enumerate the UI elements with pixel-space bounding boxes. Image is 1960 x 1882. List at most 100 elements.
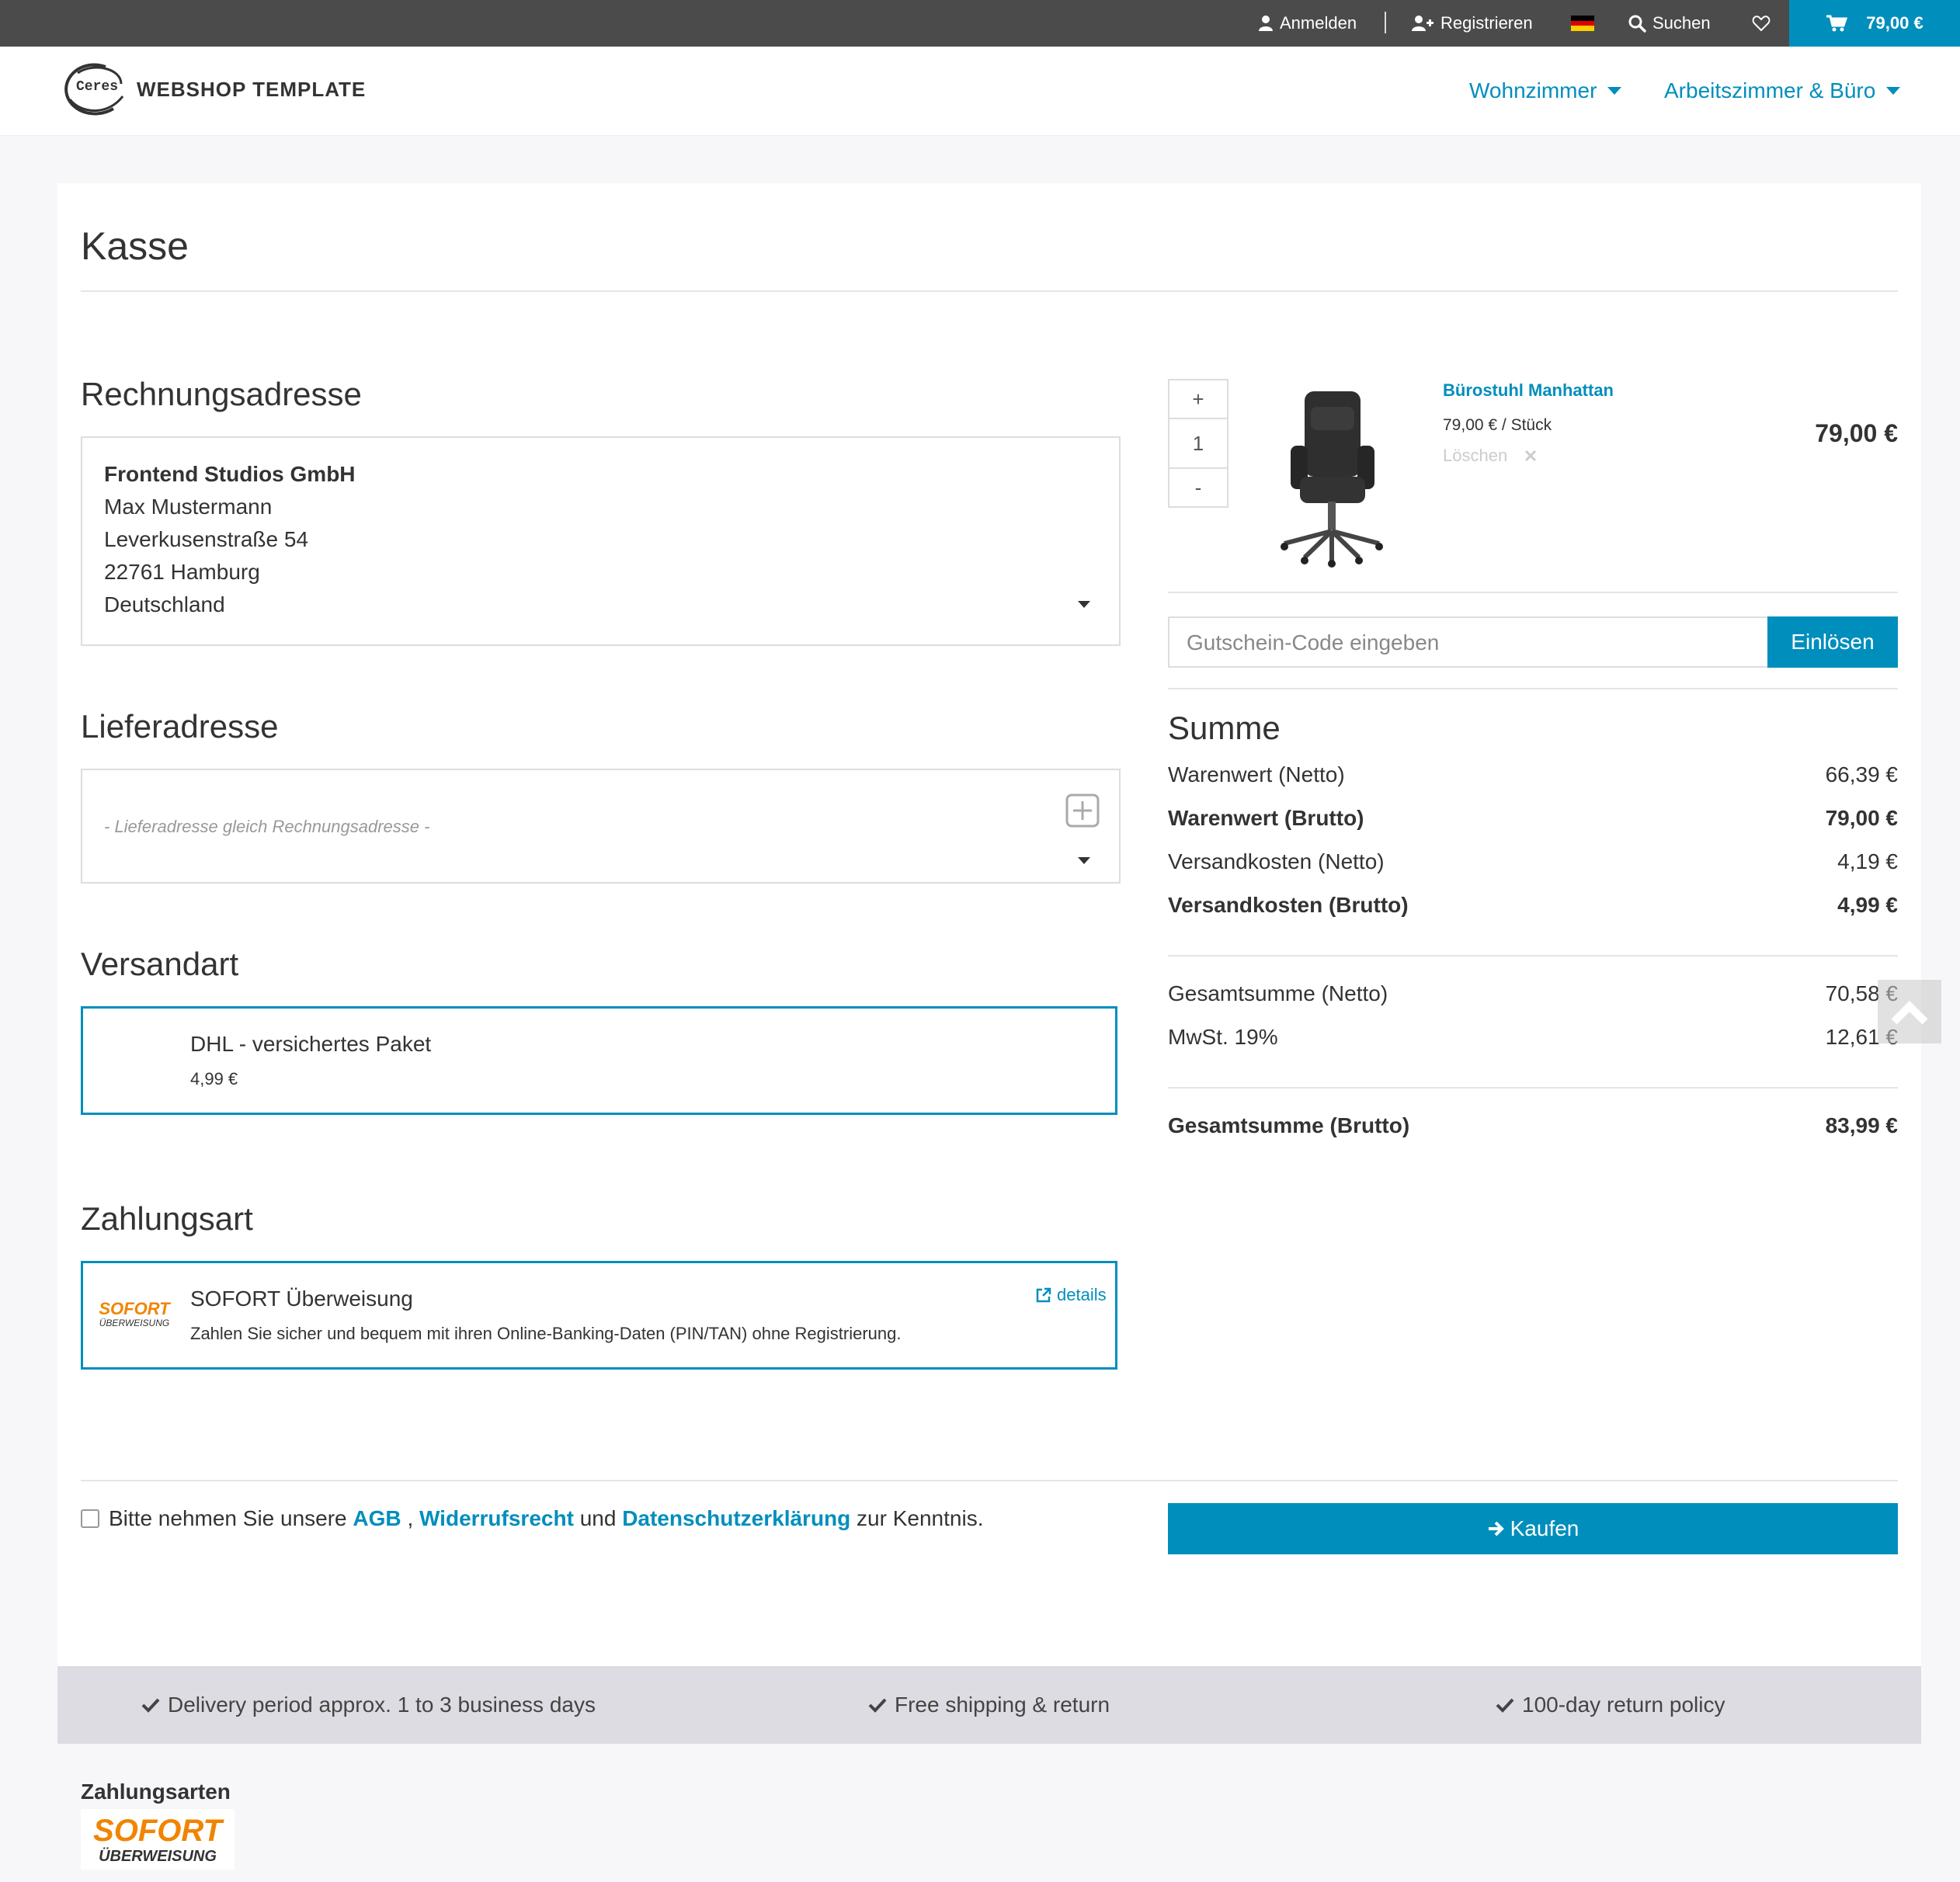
terms-text: Bitte nehmen Sie unsere AGB , Widerrufsr…	[109, 1506, 983, 1531]
payment-methods-heading: Zahlungsarten	[81, 1780, 231, 1804]
summary-total-row: Gesamtsumme (Brutto) 83,99 €	[1168, 1113, 1898, 1138]
summary-row: Gesamtsumme (Netto) 70,58 €	[1168, 981, 1898, 1006]
cart-item-total: 79,00 €	[1815, 419, 1898, 447]
chevron-down-icon	[1886, 87, 1901, 95]
payment-method-description: Zahlen Sie sicher und bequem mit ihren O…	[190, 1324, 902, 1343]
shipping-method-name: DHL - versichertes Paket	[190, 1032, 432, 1056]
shipping-method-price: 4,99 €	[190, 1069, 238, 1089]
withdrawal-link[interactable]: Widerrufsrecht	[419, 1506, 574, 1530]
cart-item-name[interactable]: Bürostuhl Manhattan	[1443, 380, 1614, 401]
payment-method-option[interactable]: SOFORT ÜBERWEISUNG SOFORT Überweisung Za…	[81, 1261, 1117, 1370]
arrow-right-icon	[1488, 1521, 1504, 1537]
terms-divider	[81, 1480, 1898, 1481]
summary-label: MwSt. 19%	[1168, 1025, 1278, 1049]
summary-row: Versandkosten (Netto) 4,19 €	[1168, 849, 1898, 874]
title-divider	[81, 290, 1898, 292]
login-label: Anmelden	[1280, 13, 1357, 33]
page-title: Kasse	[81, 224, 189, 268]
nav-label: Wohnzimmer	[1469, 78, 1597, 102]
summary-divider	[1168, 955, 1898, 957]
buy-button[interactable]: Kaufen	[1168, 1503, 1898, 1554]
nav-label: Arbeitszimmer & Büro	[1664, 78, 1876, 102]
summary-row: MwSt. 19% 12,61 €	[1168, 1025, 1898, 1050]
shipping-address-placeholder: - Lieferadresse gleich Rechnungsadresse …	[104, 817, 430, 836]
footer-sofort-logo: SOFORT ÜBERWEISUNG	[81, 1809, 235, 1870]
search-label: Suchen	[1652, 13, 1711, 33]
register-link[interactable]: Registrieren	[1411, 0, 1533, 47]
summary-label: Gesamtsumme (Brutto)	[1168, 1113, 1410, 1137]
payment-method-name: SOFORT Überweisung	[190, 1286, 413, 1311]
chevron-up-icon	[1891, 1000, 1928, 1025]
cart-item-delete[interactable]: Löschen	[1443, 446, 1537, 466]
summary-label: Versandkosten (Brutto)	[1168, 893, 1409, 917]
quantity-increase-button[interactable]: +	[1168, 379, 1228, 419]
coupon-redeem-button[interactable]: Einlösen	[1767, 616, 1898, 668]
details-label: details	[1057, 1285, 1107, 1304]
login-link[interactable]: Anmelden	[1258, 0, 1357, 47]
billing-city: 22761 Hamburg	[104, 560, 260, 584]
summary-heading: Summe	[1168, 710, 1281, 746]
scroll-to-top-button[interactable]	[1878, 980, 1941, 1043]
register-label: Registrieren	[1440, 13, 1533, 33]
logo-mark: Ceres	[76, 79, 119, 95]
cart-total: 79,00 €	[1866, 13, 1924, 33]
heart-icon	[1752, 16, 1771, 32]
footer-logo-bottom: ÜBERWEISUNG	[99, 1848, 217, 1865]
summary-label: Warenwert (Brutto)	[1168, 806, 1364, 830]
terms-prefix: Bitte nehmen Sie unsere	[109, 1506, 347, 1530]
dropdown-caret-icon	[1078, 857, 1090, 864]
check-icon	[141, 1698, 160, 1713]
search-button[interactable]: Suchen	[1628, 0, 1711, 47]
nav-item-wohnzimmer[interactable]: Wohnzimmer	[1469, 47, 1622, 135]
language-selector[interactable]	[1571, 0, 1600, 47]
payment-heading: Zahlungsart	[81, 1200, 253, 1237]
close-icon	[1525, 450, 1537, 462]
terms-and: und	[579, 1506, 617, 1530]
coupon-divider	[1168, 688, 1898, 689]
topbar-divider	[1385, 12, 1386, 33]
shipping-address-select[interactable]: - Lieferadresse gleich Rechnungsadresse …	[81, 769, 1121, 884]
billing-address-select[interactable]: Frontend Studios GmbH Max Mustermann Lev…	[81, 436, 1121, 646]
billing-company: Frontend Studios GmbH	[104, 462, 356, 486]
coupon-input[interactable]: Gutschein-Code eingeben	[1168, 616, 1769, 668]
logo[interactable]: Ceres	[59, 61, 126, 120]
agb-link[interactable]: AGB	[353, 1506, 401, 1530]
feature-item: Free shipping & return	[868, 1666, 1110, 1744]
delete-label: Löschen	[1443, 446, 1508, 465]
shipping-method-option[interactable]: DHL - versichertes Paket 4,99 €	[81, 1006, 1117, 1115]
check-icon	[868, 1698, 887, 1713]
terms-checkbox[interactable]	[81, 1509, 99, 1528]
nav-item-arbeitszimmer[interactable]: Arbeitszimmer & Büro	[1664, 47, 1901, 135]
check-icon	[1496, 1698, 1514, 1713]
quantity-decrease-button[interactable]: -	[1168, 467, 1228, 508]
feature-label: Free shipping & return	[895, 1693, 1110, 1717]
billing-name: Max Mustermann	[104, 495, 273, 519]
privacy-link[interactable]: Datenschutzerklärung	[622, 1506, 850, 1530]
buy-label: Kaufen	[1510, 1516, 1579, 1540]
summary-value: 66,39 €	[1825, 762, 1898, 786]
summary-label: Gesamtsumme (Netto)	[1168, 981, 1388, 1005]
summary-value: 83,99 €	[1825, 1113, 1898, 1137]
quantity-input[interactable]: 1	[1168, 418, 1228, 469]
chevron-down-icon	[1607, 87, 1622, 95]
sofort-logo-top: SOFORT	[99, 1299, 170, 1318]
add-address-icon[interactable]	[1065, 793, 1100, 828]
cart-button[interactable]: 79,00 €	[1789, 0, 1960, 47]
summary-row: Warenwert (Brutto) 79,00 €	[1168, 806, 1898, 831]
feature-item: 100-day return policy	[1496, 1666, 1725, 1744]
summary-label: Warenwert (Netto)	[1168, 762, 1345, 786]
summary-value: 4,99 €	[1837, 893, 1898, 917]
terms-comma: ,	[407, 1506, 414, 1530]
summary-value: 4,19 €	[1837, 849, 1898, 873]
logo-text: WEBSHOP TEMPLATE	[137, 78, 367, 101]
footer-logo-top: SOFORT	[93, 1814, 222, 1848]
sofort-logo-bottom: ÜBERWEISUNG	[99, 1318, 170, 1328]
summary-value: 79,00 €	[1825, 806, 1898, 830]
terms-suffix: zur Kenntnis.	[857, 1506, 984, 1530]
wishlist-button[interactable]	[1752, 0, 1777, 47]
office-chair-image	[1281, 391, 1383, 568]
shipping-method-heading: Versandart	[81, 946, 239, 982]
payment-details-link[interactable]: details	[1035, 1285, 1107, 1305]
dropdown-caret-icon	[1078, 601, 1090, 608]
billing-heading: Rechnungsadresse	[81, 376, 362, 412]
